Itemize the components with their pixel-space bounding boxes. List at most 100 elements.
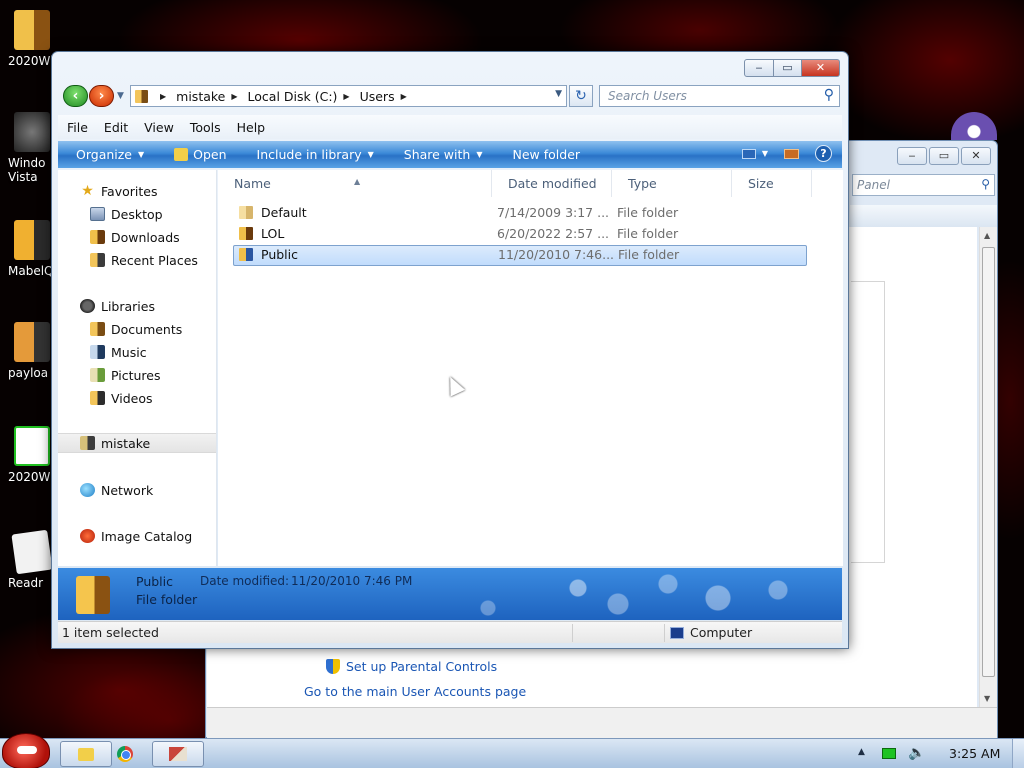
nav-documents-label: Documents — [111, 321, 183, 337]
close-button[interactable]: ✕ — [802, 59, 840, 77]
downloads-icon — [90, 230, 105, 244]
archive-icon — [14, 322, 50, 362]
show-hidden-icons-icon[interactable]: ▲ — [858, 747, 865, 757]
parental-controls-link[interactable]: Set up Parental Controls — [326, 659, 497, 674]
nav-videos-label: Videos — [111, 390, 153, 406]
search-icon: ⚲ — [981, 177, 990, 191]
chevron-right-icon[interactable]: ▶ — [160, 92, 166, 101]
nav-desktop[interactable]: Desktop — [58, 204, 216, 224]
table-row[interactable]: Default 7/14/2009 3:17 ... File folder — [233, 203, 807, 224]
chevron-right-icon[interactable]: ▶ — [231, 92, 237, 101]
refresh-icon: ↻ — [575, 88, 587, 104]
mascot-icon[interactable] — [951, 112, 997, 140]
breadcrumb-local-disk[interactable]: Local Disk (C:) — [248, 89, 338, 104]
status-bar — [207, 707, 997, 738]
nav-user-mistake[interactable]: mistake — [58, 433, 216, 453]
command-bar-right: ▼ ? — [741, 145, 832, 162]
parental-controls-label: Set up Parental Controls — [346, 659, 498, 674]
chevron-right-icon[interactable]: ▶ — [401, 92, 407, 101]
taskbar-app-button[interactable] — [152, 741, 204, 767]
nav-recent-places[interactable]: Recent Places — [58, 250, 216, 270]
help-icon[interactable]: ? — [815, 145, 832, 162]
new-folder-button[interactable]: New folder — [513, 147, 581, 162]
minimize-button[interactable]: ‒ — [897, 147, 927, 165]
column-header-date[interactable]: Date modified — [492, 170, 612, 197]
file-name: Default — [261, 205, 307, 220]
taskbar-explorer-button[interactable] — [60, 741, 112, 767]
taskbar-chrome-button[interactable] — [106, 741, 144, 767]
maximize-button[interactable]: ▭ — [774, 59, 802, 77]
menu-view[interactable]: View — [144, 120, 174, 135]
minimize-button[interactable]: ‒ — [744, 59, 774, 77]
change-view-button[interactable]: ▼ — [741, 148, 768, 159]
table-row[interactable]: LOL 6/20/2022 2:57 ... File folder — [233, 224, 807, 245]
control-panel-search-input[interactable]: Panel ⚲ — [852, 174, 995, 196]
nav-downloads[interactable]: Downloads — [58, 227, 216, 247]
nav-libraries[interactable]: Libraries — [58, 296, 216, 316]
battery-icon[interactable] — [882, 748, 896, 759]
caption-buttons: ‒ ▭ ✕ — [897, 147, 991, 165]
image-catalog-icon — [80, 529, 95, 543]
column-header-type[interactable]: Type — [612, 170, 732, 197]
maximize-button[interactable]: ▭ — [929, 147, 959, 165]
column-header-name[interactable]: Name ▲ — [218, 170, 492, 197]
nav-image-catalog[interactable]: Image Catalog — [58, 526, 216, 546]
refresh-button[interactable]: ↻ — [569, 85, 593, 107]
nav-favorites[interactable]: ★ Favorites — [58, 181, 216, 201]
file-type: File folder — [618, 247, 680, 262]
navigation-buttons: ‹ › — [63, 85, 115, 107]
nav-recent-label: Recent Places — [111, 252, 198, 268]
file-list[interactable]: Name ▲ Date modified Type Size Default 7/… — [218, 170, 843, 566]
desktop-icon — [90, 207, 105, 221]
close-button[interactable]: ✕ — [961, 147, 991, 165]
start-button[interactable] — [2, 733, 50, 768]
music-icon — [90, 345, 105, 359]
nav-network[interactable]: Network — [58, 480, 216, 500]
organize-button[interactable]: Organize ▼ — [76, 147, 144, 162]
scroll-thumb[interactable] — [982, 247, 995, 677]
vertical-scrollbar[interactable]: ▲ ▼ — [979, 227, 997, 707]
search-placeholder: Panel — [857, 178, 890, 192]
nav-documents[interactable]: Documents — [58, 319, 216, 339]
open-button[interactable]: Open — [174, 147, 227, 162]
column-header-size[interactable]: Size — [732, 170, 812, 197]
preview-pane-icon[interactable] — [784, 148, 799, 159]
main-user-accounts-link[interactable]: Go to the main User Accounts page — [304, 684, 526, 699]
folder-icon — [135, 89, 148, 103]
clock[interactable]: 3:25 AM — [949, 746, 1000, 761]
nav-pictures[interactable]: Pictures — [58, 365, 216, 385]
open-label: Open — [193, 147, 227, 162]
menu-tools[interactable]: Tools — [190, 120, 221, 135]
scroll-up-icon[interactable]: ▲ — [984, 231, 990, 240]
organize-label: Organize — [76, 147, 132, 162]
menu-help[interactable]: Help — [237, 120, 266, 135]
file-name: Public — [261, 247, 298, 262]
address-bar[interactable]: ▶ mistake ▶ Local Disk (C:) ▶ Users ▶ ▼ — [130, 85, 567, 107]
column-name-label: Name — [234, 176, 271, 191]
back-button[interactable]: ‹ — [63, 85, 88, 107]
menu-file[interactable]: File — [67, 120, 88, 135]
table-row-selected[interactable]: Public 11/20/2010 7:46... File folder — [233, 245, 807, 266]
breadcrumb-computer[interactable]: mistake — [176, 89, 225, 104]
share-with-button[interactable]: Share with ▼ — [404, 147, 483, 162]
include-in-library-button[interactable]: Include in library ▼ — [257, 147, 374, 162]
explorer-window[interactable]: ‒ ▭ ✕ ‹ › ▼ ▶ mistake ▶ Local Disk (C:) … — [51, 51, 849, 649]
recent-pages-dropdown-icon[interactable]: ▼ — [117, 91, 124, 101]
volume-icon[interactable]: 🔈 — [908, 745, 925, 761]
menu-edit[interactable]: Edit — [104, 120, 128, 135]
shield-icon — [326, 659, 340, 674]
nav-music[interactable]: Music — [58, 342, 216, 362]
scroll-down-icon[interactable]: ▼ — [984, 694, 990, 703]
chevron-right-icon[interactable]: ▶ — [343, 92, 349, 101]
show-desktop-button[interactable] — [1012, 739, 1024, 768]
nav-videos[interactable]: Videos — [58, 388, 216, 408]
image-file-icon — [14, 426, 50, 466]
search-input[interactable]: Search Users ⚲ — [599, 85, 840, 107]
file-name: LOL — [261, 226, 285, 241]
breadcrumb-users[interactable]: Users — [360, 89, 395, 104]
system-tray: ▲ 🔈 3:25 AM — [854, 739, 1024, 768]
forward-button[interactable]: › — [89, 85, 114, 107]
address-dropdown-icon[interactable]: ▼ — [555, 89, 562, 99]
include-label: Include in library — [256, 147, 362, 162]
search-icon[interactable]: ⚲ — [824, 87, 834, 103]
